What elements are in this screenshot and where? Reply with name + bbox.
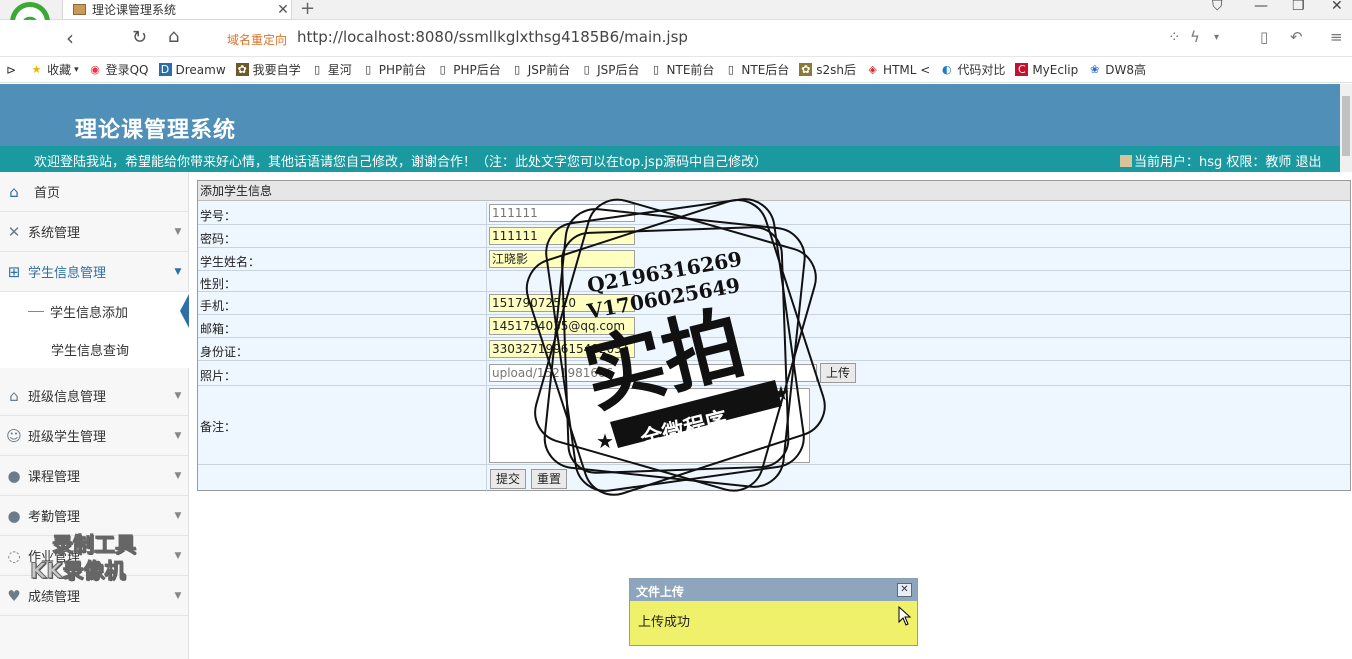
chevron-down-icon: ▾ <box>74 64 79 75</box>
person-icon: ● <box>7 506 21 525</box>
new-tab-icon[interactable]: + <box>300 0 315 19</box>
grid-icon[interactable]: ⁘ <box>1168 28 1181 46</box>
window-close-icon[interactable]: ✕ <box>1331 0 1343 14</box>
bookmark-item[interactable]: ✿ 我要自学 <box>235 61 301 78</box>
browser-tab[interactable]: 理论课管理系统 ✕ <box>62 0 292 20</box>
address-bar[interactable]: http://localhost:8080/ssmllkglxthsg4185B… <box>297 28 688 46</box>
bookmark-item[interactable]: ▯ JSP后台 <box>580 61 640 78</box>
bookmark-item[interactable]: ◉ 登录QQ <box>89 61 148 78</box>
welcome-text: 欢迎登陆我站，希望能给你带来好心情，其他话语请您自己修改，谢谢合作！（注：此处文… <box>34 155 768 170</box>
html-icon: ◈ <box>868 63 877 76</box>
page-icon: ▯ <box>652 63 660 76</box>
sidebar-subitem-student-add[interactable]: 学生信息添加 <box>0 292 189 330</box>
chevron-down-icon: ▼ <box>174 390 182 401</box>
chevron-down-icon: ▼ <box>174 550 182 561</box>
users-icon: ☺ <box>6 426 22 445</box>
mouse-cursor-icon <box>898 606 912 626</box>
page-icon: ▯ <box>727 63 734 76</box>
tree-line <box>28 310 44 312</box>
qq-icon: ◉ <box>90 63 100 76</box>
restore-icon[interactable]: ❐ <box>1292 0 1305 14</box>
bookmarks-toggle-icon[interactable]: ⊳ <box>6 63 16 77</box>
home-icon[interactable]: ⌂ <box>168 26 179 47</box>
person-icon: ● <box>7 466 21 485</box>
bookmarks-bar: ⊳ ★ 收藏 ▾ ◉ 登录QQ D Dreamw ✿ 我要自学 ▯ 星河 ▯ PHP前台 ▯ P… <box>0 57 1352 83</box>
tab-title: 理论课管理系统 <box>92 3 177 17</box>
tab-favicon-icon <box>73 4 86 15</box>
bookmark-item[interactable]: ✿ s2sh后 <box>799 61 856 78</box>
bookmark-item[interactable]: C MyEclip <box>1015 63 1078 77</box>
chevron-down-icon: ▼ <box>174 226 182 237</box>
close-icon[interactable]: ✕ <box>897 583 912 597</box>
site-icon: ✿ <box>799 63 813 76</box>
chevron-down-icon[interactable]: ▾ <box>1214 32 1219 43</box>
star-icon: ★ <box>31 63 42 76</box>
wrench-icon: ✕ <box>7 222 21 241</box>
bookmark-item[interactable]: ▯ JSP前台 <box>511 61 570 78</box>
chevron-down-icon: ▼ <box>174 590 182 601</box>
myeclipse-icon: C <box>1015 63 1029 76</box>
bookmark-item[interactable]: ▯ 星河 <box>311 61 352 78</box>
chevron-down-icon: ▼ <box>174 510 182 521</box>
bookmark-item[interactable]: ▯ NTE后台 <box>724 61 789 78</box>
home-icon: ⌂ <box>9 182 19 201</box>
back-icon[interactable]: ‹ <box>66 26 74 50</box>
sidebar-item-course[interactable]: ● 课程管理 ▼ <box>0 456 189 496</box>
upload-success-popup: 文件上传 ✕ 上传成功 <box>629 578 918 646</box>
site-icon: ✿ <box>235 63 249 76</box>
menu-icon[interactable]: ≡ <box>1330 28 1343 46</box>
lightning-icon[interactable]: ϟ <box>1190 28 1200 46</box>
chat-icon: ◌ <box>7 546 21 565</box>
page-icon: ▯ <box>365 63 372 76</box>
redirect-label[interactable]: 域名重定向 <box>227 31 287 48</box>
scrollbar-thumb[interactable] <box>1342 96 1350 156</box>
chevron-down-icon: ▼ <box>174 430 182 441</box>
popup-title: 文件上传 <box>636 585 685 599</box>
chevron-down-icon: ▼ <box>174 266 182 277</box>
bookmark-item[interactable]: D Dreamw <box>158 63 226 77</box>
bookmark-item[interactable]: ◐ 代码对比 <box>940 61 1005 78</box>
reload-icon[interactable]: ↻ <box>132 27 147 48</box>
sidebar-item-class-students[interactable]: ☺ 班级学生管理 ▼ <box>0 416 189 456</box>
bookmark-item[interactable]: ★ 收藏 ▾ <box>30 61 79 78</box>
tab-close-icon[interactable]: ✕ <box>275 2 291 18</box>
watermark-stamp: Q2196316269 V1706025649 实拍 全微程序 ★ ★ <box>525 198 826 496</box>
recorder-watermark: 录制工具 KK录像机 <box>30 533 137 584</box>
house-icon: ⌂ <box>9 386 19 405</box>
sidebar-item-attendance[interactable]: ● 考勤管理 ▼ <box>0 496 189 536</box>
bookmark-item[interactable]: ❀ DW8高 <box>1088 61 1146 78</box>
bookmark-item[interactable]: ▯ PHP前台 <box>362 61 426 78</box>
sidebar-item-student-info[interactable]: ⊞ 学生信息管理 ▼ <box>0 252 189 292</box>
chevron-down-icon: ▼ <box>174 470 182 481</box>
user-icon <box>1120 155 1132 167</box>
grid-icon: ⊞ <box>7 262 21 281</box>
popup-message: 上传成功 <box>638 615 691 630</box>
minimize-icon[interactable]: — <box>1254 0 1268 14</box>
compare-icon: ◐ <box>942 63 952 76</box>
page-icon: ▯ <box>314 63 321 76</box>
page-icon: ▯ <box>439 63 446 76</box>
star-icon: ★ <box>772 381 790 405</box>
app-title: 理论课管理系统 <box>75 117 237 143</box>
header-scrollbar[interactable] <box>1340 84 1352 172</box>
shirt-icon[interactable]: ⛉ <box>1212 0 1223 14</box>
star-icon: ★ <box>596 429 614 453</box>
bookmark-item[interactable]: ◈ HTML < <box>866 63 930 77</box>
bookmark-icon[interactable]: ▯ <box>1260 28 1268 46</box>
heart-icon: ♥ <box>7 586 21 605</box>
page-icon: ▯ <box>583 63 590 76</box>
bookmark-item[interactable]: ▯ PHP后台 <box>436 61 501 78</box>
sidebar-item-home[interactable]: ⌂ 首页 <box>0 172 189 212</box>
sidebar-item-class-info[interactable]: ⌂ 班级信息管理 ▼ <box>0 376 189 416</box>
active-item-marker <box>180 294 189 328</box>
user-info[interactable]: 当前用户：hsg 权限：教师 退出 <box>1120 151 1322 170</box>
undo-icon[interactable]: ↶ <box>1290 28 1303 46</box>
page-icon: ▯ <box>514 63 521 76</box>
bookmark-item[interactable]: ▯ NTE前台 <box>650 61 714 78</box>
paw-icon: ❀ <box>1090 63 1100 76</box>
sidebar-subitem-student-query[interactable]: 学生信息查询 <box>0 330 189 368</box>
dreamweaver-icon: D <box>158 63 172 76</box>
sidebar-item-system[interactable]: ✕ 系统管理 ▼ <box>0 212 189 252</box>
